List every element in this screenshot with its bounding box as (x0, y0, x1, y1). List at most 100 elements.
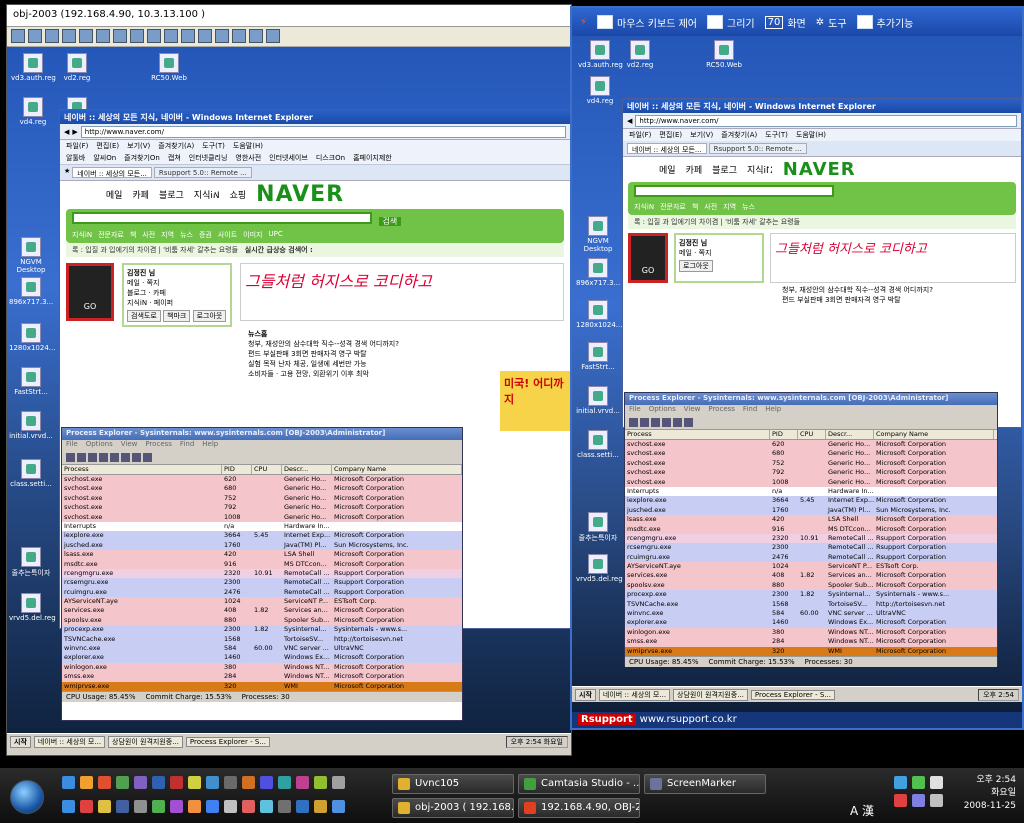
col-process[interactable]: Process (625, 430, 770, 439)
app-icon[interactable] (278, 776, 291, 789)
app-icon[interactable] (296, 776, 309, 789)
desktop-icon[interactable]: 896x717.3... (9, 277, 53, 306)
info-icon[interactable] (249, 29, 263, 43)
help-icon[interactable] (266, 29, 280, 43)
pe-process-row[interactable]: spoolsv.exe 880 Spooler Sub... Microsoft Co… (62, 615, 462, 626)
connect-icon[interactable] (11, 29, 25, 43)
taskbar-button[interactable]: Process Explorer - S... (750, 689, 835, 700)
menu-favorites[interactable]: 즐겨찾기(A) (721, 130, 757, 140)
pe-process-row[interactable]: svchost.exe 752 Generic Ho... Microsoft Cor… (62, 493, 462, 504)
app-icon[interactable] (278, 800, 291, 813)
process-explorer-window-remote[interactable]: Process Explorer - Sysinternals: www.sys… (624, 392, 998, 667)
fashion-ad-banner[interactable]: 그들처럼 허지스로 코디하고 (770, 233, 1016, 283)
logout-button[interactable]: 로그아웃 (192, 310, 227, 322)
start-button[interactable]: 시작 (10, 735, 31, 748)
desktop-icon[interactable]: initial.vrvd... (9, 411, 53, 440)
target-icon[interactable] (143, 453, 152, 462)
mouse-keyboard-control[interactable]: 마우스 키보드 제어 (597, 15, 697, 30)
login-link[interactable]: 블로그 (127, 289, 146, 297)
taskbar-button[interactable]: 네이버 :: 세상의 모... (598, 688, 671, 701)
left-remote-window[interactable]: obj-2003 (192.168.4.90, 10.3.13.100 ) vd… (6, 4, 572, 756)
app-icon[interactable] (224, 800, 237, 813)
options-icon[interactable] (198, 29, 212, 43)
login-link[interactable]: 메일 (679, 249, 692, 257)
login-button[interactable]: 책마크 (163, 310, 191, 322)
desktop-icon[interactable]: class.setti... (9, 459, 53, 488)
link-item[interactable]: 인터넷클리닝 (189, 153, 228, 163)
pe-process-row[interactable]: spoolsv.exe 880 Spooler Sub... Microsoft Co… (625, 580, 997, 591)
desktop-icon[interactable]: NGVM Desktop (9, 237, 53, 274)
pe-menu-options[interactable]: Options (86, 440, 113, 451)
login-button[interactable]: 검색도로 (127, 310, 161, 322)
back-icon[interactable]: ◀ (627, 117, 632, 125)
side-banner[interactable]: GO (628, 233, 668, 283)
ie-icon[interactable] (62, 776, 75, 789)
app-icon[interactable] (152, 776, 165, 789)
url-input[interactable]: http://www.naver.com/ (635, 114, 1017, 127)
nav-link[interactable]: 카페 (132, 188, 149, 201)
app-icon[interactable] (170, 776, 183, 789)
notice-text[interactable]: 록 : 입질 과 입에기의 차이겸 | '비툼 자세' 갈추는 요령들 (628, 215, 1016, 229)
stop-icon[interactable] (130, 29, 144, 43)
col-cpu[interactable]: CPU (798, 430, 826, 439)
desktop-icon[interactable]: 줄추는특이자 (9, 547, 53, 578)
lock-icon[interactable] (113, 29, 127, 43)
cat-link[interactable]: 지식iN (72, 230, 92, 240)
app-icon[interactable] (260, 800, 273, 813)
pe-process-row[interactable]: rcengmgru.exe 2320 10.91 RemoteCall ... Rsup… (62, 568, 462, 579)
pe-process-row[interactable]: explorer.exe 1460 Windows Ex... Microsoft C… (62, 653, 462, 663)
windows-icon[interactable] (79, 29, 93, 43)
col-desc[interactable]: Descr... (826, 430, 874, 439)
app-icon[interactable] (224, 776, 237, 789)
news-item[interactable]: 실험 목적 난자 체공, 일생에 세번만 가능 (248, 359, 470, 369)
pe-process-row[interactable]: AYServiceNT.aye 1024 ServiceNT P... ESTsoft… (625, 562, 997, 572)
pe-process-row[interactable]: procexp.exe 2300 1.82 Sysinternal... Sysinte… (625, 590, 997, 600)
save-icon[interactable] (66, 453, 75, 462)
keyboard-icon[interactable] (96, 29, 110, 43)
app-icon[interactable] (242, 800, 255, 813)
pe-process-row[interactable]: svchost.exe 1008 Generic Ho... Microsoft Co… (625, 477, 997, 487)
task-rsupport[interactable]: 192.168.4.90, OBJ-20... (518, 798, 640, 818)
link-item[interactable]: 영한사전 (235, 153, 261, 163)
cat-link[interactable]: 전문자료 (98, 230, 124, 240)
travel-ad[interactable]: 미국! 어디까지 (500, 371, 570, 431)
desktop-icon[interactable]: vrvd5.del.reg (576, 554, 623, 583)
search-input[interactable] (72, 212, 372, 224)
cat-link[interactable]: 뉴스 (180, 230, 193, 240)
app-icon[interactable] (206, 800, 219, 813)
pe-process-row[interactable]: Interrupts n/a Hardware In... (625, 486, 997, 497)
ie-window-remote[interactable]: 네이버 :: 세상의 모든 지식, 네이버 - Windows Internet… (622, 98, 1022, 428)
desktop-icon[interactable]: vd3.auth.reg (578, 40, 623, 69)
refresh-icon[interactable] (640, 418, 649, 427)
desktop-icon[interactable]: vd3.auth.reg (11, 53, 56, 82)
login-link[interactable]: 페이퍼 (154, 299, 173, 307)
link-item[interactable]: 디스크On (316, 153, 345, 163)
cat-link[interactable]: 책 (692, 202, 698, 212)
back-icon[interactable]: ◀ (64, 128, 69, 136)
pe-process-row[interactable]: iexplore.exe 3664 5.45 Internet Exp... Micro… (62, 531, 462, 541)
desktop-icon[interactable]: vd2.reg (618, 40, 662, 69)
desktop-icon[interactable]: FastStrt... (9, 367, 53, 396)
cat-link[interactable]: 지역 (161, 230, 174, 240)
cut-icon[interactable] (45, 29, 59, 43)
cat-link[interactable]: UPC (269, 230, 283, 240)
volume-icon[interactable] (930, 794, 943, 807)
folder-icon[interactable] (80, 776, 93, 789)
app-icon[interactable] (188, 776, 201, 789)
cat-link[interactable]: 이미지 (243, 230, 262, 240)
tab-rsupport[interactable]: Rsupport 5.0:: Remote ... (153, 167, 252, 178)
dll-icon[interactable] (110, 453, 119, 462)
pe-process-row[interactable]: procexp.exe 2300 1.82 Sysinternal... Sysinte… (62, 625, 462, 635)
app-icon[interactable] (98, 800, 111, 813)
pe-menu-view[interactable]: View (121, 440, 138, 451)
pe-menu-find[interactable]: Find (180, 440, 194, 451)
app-icon[interactable] (296, 800, 309, 813)
pe-process-row[interactable]: lsass.exe 420 LSA Shell Microsoft Corporati… (625, 515, 997, 525)
pe-process-row[interactable]: msdtc.exe 916 MS DTCcon... Microsoft Corpor… (62, 559, 462, 569)
cat-link[interactable]: 지역 (723, 202, 736, 212)
pe-process-row[interactable]: smss.exe 284 Windows NT... Microsoft Corpor… (625, 637, 997, 647)
media-icon[interactable] (98, 776, 111, 789)
tree-icon[interactable] (662, 418, 671, 427)
nav-link[interactable]: 쇼핑 (230, 188, 247, 201)
refresh-icon[interactable] (77, 453, 86, 462)
